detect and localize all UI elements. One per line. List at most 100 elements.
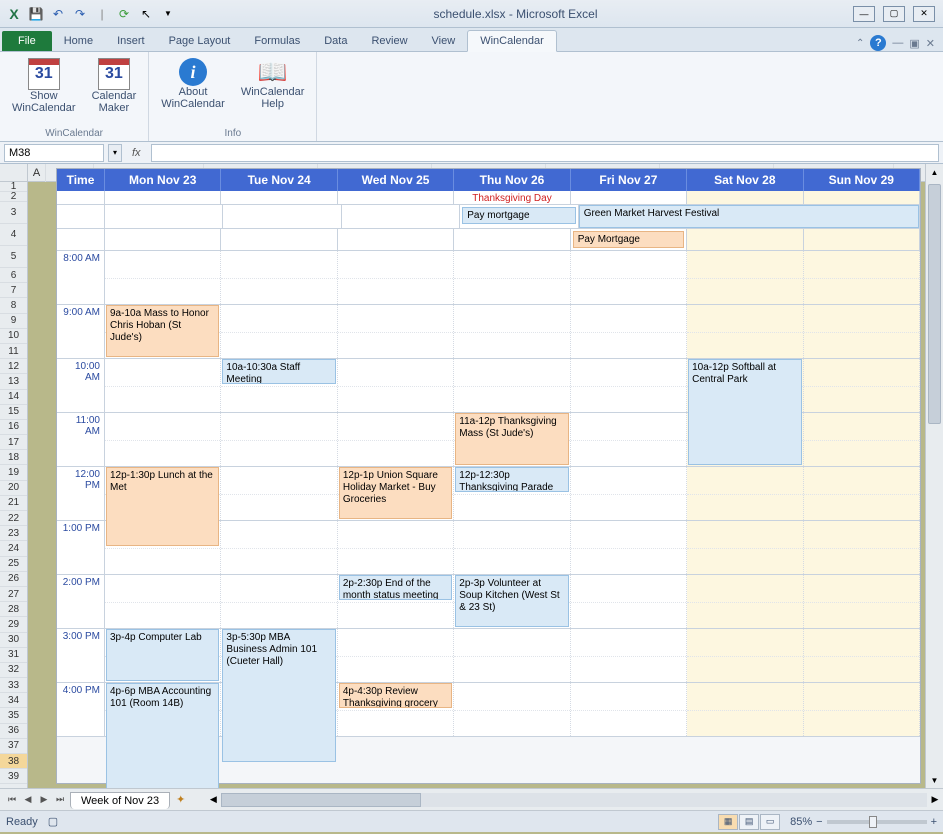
mdi-minimize-icon[interactable]: — bbox=[892, 37, 903, 49]
undo-icon[interactable]: ↶ bbox=[48, 4, 68, 24]
calendar-cell[interactable] bbox=[687, 521, 803, 574]
help-icon[interactable]: ? bbox=[870, 35, 886, 51]
calendar-cell[interactable]: 9a-10a Mass to Honor Chris Hoban (St Jud… bbox=[105, 305, 221, 358]
appointment[interactable]: 3p-4p Computer Lab bbox=[106, 629, 219, 681]
calendar-cell[interactable] bbox=[804, 575, 920, 628]
calendar-cell[interactable] bbox=[338, 629, 454, 682]
calendar-cell[interactable] bbox=[804, 467, 920, 520]
calendar-cell[interactable]: 10a-10:30a Staff Meeting bbox=[221, 359, 337, 412]
name-box-dropdown[interactable]: ▾ bbox=[108, 144, 122, 162]
row-header[interactable]: 3 bbox=[0, 202, 27, 224]
zoom-in-button[interactable]: + bbox=[931, 816, 937, 828]
row-header[interactable]: 15 bbox=[0, 405, 27, 420]
row-header[interactable]: 19 bbox=[0, 465, 27, 480]
zoom-out-button[interactable]: − bbox=[816, 816, 822, 828]
sheet-nav-last[interactable]: ⏭ bbox=[52, 792, 68, 808]
row-header[interactable]: 37 bbox=[0, 739, 27, 754]
macro-record-icon[interactable]: ▢ bbox=[48, 815, 58, 828]
calendar-cell[interactable] bbox=[454, 629, 570, 682]
calendar-cell[interactable]: 12p-1:30p Lunch at the Met bbox=[105, 467, 221, 520]
appointment[interactable]: 10a-12p Softball at Central Park bbox=[688, 359, 801, 465]
calendar-cell[interactable] bbox=[571, 683, 687, 736]
row-header[interactable]: 18 bbox=[0, 450, 27, 465]
appointment[interactable]: 4p-4:30p Review Thanksgiving grocery bbox=[339, 683, 452, 708]
calendar-cell[interactable]: 3p-4p Computer Lab bbox=[105, 629, 221, 682]
row-header[interactable]: 9 bbox=[0, 314, 27, 329]
calendar-cell[interactable]: 2p-2:30p End of the month status meeting bbox=[338, 575, 454, 628]
row-header[interactable]: 35 bbox=[0, 708, 27, 723]
qat-dropdown-icon[interactable]: ▼ bbox=[158, 4, 178, 24]
calendar-cell[interactable] bbox=[687, 575, 803, 628]
appointment[interactable]: 9a-10a Mass to Honor Chris Hoban (St Jud… bbox=[106, 305, 219, 357]
ribbon-minimize-icon[interactable]: ⌃ bbox=[856, 38, 864, 49]
row-header[interactable]: 11 bbox=[0, 344, 27, 359]
row-header[interactable]: 33 bbox=[0, 678, 27, 693]
row-header[interactable]: 14 bbox=[0, 390, 27, 405]
row-header[interactable]: 29 bbox=[0, 617, 27, 632]
row-header[interactable]: 2 bbox=[0, 192, 27, 202]
row-header[interactable]: 32 bbox=[0, 663, 27, 678]
row-header[interactable]: 36 bbox=[0, 724, 27, 739]
row-header[interactable]: 7 bbox=[0, 283, 27, 298]
excel-icon[interactable]: X bbox=[4, 4, 24, 24]
calendar-cell[interactable] bbox=[338, 305, 454, 358]
row-header[interactable]: 12 bbox=[0, 359, 27, 374]
calendar-cell[interactable] bbox=[687, 683, 803, 736]
zoom-slider[interactable] bbox=[827, 820, 927, 824]
calendar-cell[interactable] bbox=[221, 521, 337, 574]
row-header[interactable]: 21 bbox=[0, 496, 27, 511]
scroll-down-icon[interactable]: ▼ bbox=[926, 772, 943, 788]
calendar-cell[interactable] bbox=[571, 575, 687, 628]
row-header[interactable]: 27 bbox=[0, 587, 27, 602]
select-all-cell[interactable] bbox=[0, 164, 27, 182]
appointment[interactable]: 12p-1p Union Square Holiday Market - Buy… bbox=[339, 467, 452, 519]
appointment[interactable]: 2p-3p Volunteer at Soup Kitchen (West St… bbox=[455, 575, 568, 627]
sheet-nav-prev[interactable]: ◀ bbox=[20, 792, 36, 808]
calendar-cell[interactable] bbox=[571, 305, 687, 358]
sheet-tab[interactable]: Week of Nov 23 bbox=[70, 792, 170, 809]
calendar-cell[interactable] bbox=[804, 413, 920, 466]
calendar-cell[interactable] bbox=[105, 413, 221, 466]
appointment[interactable]: 3p-5:30p MBA Business Admin 101 (Cueter … bbox=[222, 629, 335, 762]
tab-file[interactable]: File bbox=[2, 31, 52, 51]
tab-insert[interactable]: Insert bbox=[105, 31, 157, 51]
sheet-nav-first[interactable]: ⏮ bbox=[4, 792, 20, 808]
calendar-cell[interactable] bbox=[571, 413, 687, 466]
calendar-cell[interactable] bbox=[338, 521, 454, 574]
sheet-nav-next[interactable]: ▶ bbox=[36, 792, 52, 808]
row-header[interactable]: 34 bbox=[0, 693, 27, 708]
tab-review[interactable]: Review bbox=[359, 31, 419, 51]
mdi-close-icon[interactable]: ✕ bbox=[926, 37, 935, 50]
calendar-cell[interactable] bbox=[804, 683, 920, 736]
row-header[interactable]: 25 bbox=[0, 557, 27, 572]
row-header[interactable]: 5 bbox=[0, 246, 27, 268]
calendar-cell[interactable] bbox=[454, 305, 570, 358]
row-header[interactable]: 31 bbox=[0, 648, 27, 663]
formula-input[interactable] bbox=[151, 144, 939, 162]
vertical-scrollbar[interactable]: ▲ ▼ bbox=[925, 164, 943, 788]
calendar-cell[interactable] bbox=[454, 521, 570, 574]
row-header[interactable]: 30 bbox=[0, 633, 27, 648]
tab-wincalendar[interactable]: WinCalendar bbox=[467, 30, 557, 52]
scroll-up-icon[interactable]: ▲ bbox=[926, 164, 943, 180]
row-header[interactable]: 6 bbox=[0, 268, 27, 283]
calendar-cell[interactable] bbox=[221, 413, 337, 466]
calendar-cell[interactable] bbox=[804, 359, 920, 412]
calendar-cell[interactable] bbox=[571, 629, 687, 682]
calendar-cell[interactable] bbox=[221, 251, 337, 304]
row-header[interactable]: 8 bbox=[0, 298, 27, 313]
calendar-cell[interactable] bbox=[221, 305, 337, 358]
scroll-thumb[interactable] bbox=[928, 184, 941, 424]
row-header[interactable]: 20 bbox=[0, 481, 27, 496]
row-header[interactable]: 4 bbox=[0, 224, 27, 246]
calendar-cell[interactable] bbox=[571, 467, 687, 520]
row-header[interactable]: 10 bbox=[0, 329, 27, 344]
pointer-icon[interactable]: ↖ bbox=[136, 4, 156, 24]
calendar-cell[interactable] bbox=[804, 521, 920, 574]
calendar-cell[interactable] bbox=[571, 359, 687, 412]
calendar-cell[interactable] bbox=[454, 683, 570, 736]
calendar-cell[interactable] bbox=[105, 251, 221, 304]
calendar-cell[interactable] bbox=[687, 629, 803, 682]
calendar-cell[interactable] bbox=[454, 251, 570, 304]
calendar-cell[interactable]: 11a-12p Thanksgiving Mass (St Jude's) bbox=[454, 413, 570, 466]
